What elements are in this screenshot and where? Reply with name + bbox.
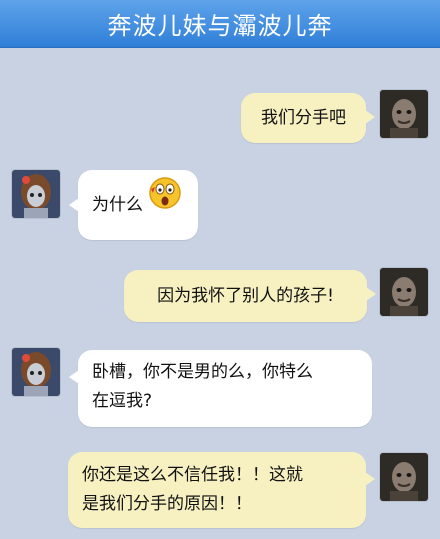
bubble-tail xyxy=(365,110,375,124)
message-bubble-incoming[interactable]: 为什么 xyxy=(78,170,198,240)
male-avatar[interactable] xyxy=(380,268,428,316)
message-bubble-outgoing[interactable]: 你还是这么不信任我！！这就 是我们分手的原因！！ xyxy=(68,452,366,528)
message-text-line: 你还是这么不信任我！！这就 xyxy=(82,465,303,485)
female-avatar[interactable] xyxy=(12,348,60,396)
message-text: 为什么 xyxy=(92,195,143,215)
bubble-tail xyxy=(366,287,376,301)
message-bubble-outgoing[interactable]: 因为我怀了别人的孩子! xyxy=(124,270,367,322)
message-text-line: 是我们分手的原因！！ xyxy=(82,494,252,514)
message-bubble-outgoing[interactable]: 我们分手吧 xyxy=(241,93,366,143)
message-bubble-incoming[interactable]: 卧槽，你不是男的么，你特么 在逗我? xyxy=(78,350,372,427)
message-text: 我们分手吧 xyxy=(261,108,346,128)
bubble-tail xyxy=(365,472,375,486)
chat-header: 奔波儿妹与灞波儿奔 xyxy=(0,0,440,48)
female-avatar[interactable] xyxy=(12,170,60,218)
male-avatar[interactable] xyxy=(380,453,428,501)
message-text: 因为我怀了别人的孩子! xyxy=(157,286,334,306)
male-avatar[interactable] xyxy=(380,90,428,138)
message-text-line: 卧槽，你不是男的么，你特么 xyxy=(92,362,313,382)
message-text-line: 在逗我? xyxy=(92,391,153,411)
chat-title: 奔波儿妹与灞波儿奔 xyxy=(107,12,333,40)
surprised-face-emoji xyxy=(148,170,182,240)
